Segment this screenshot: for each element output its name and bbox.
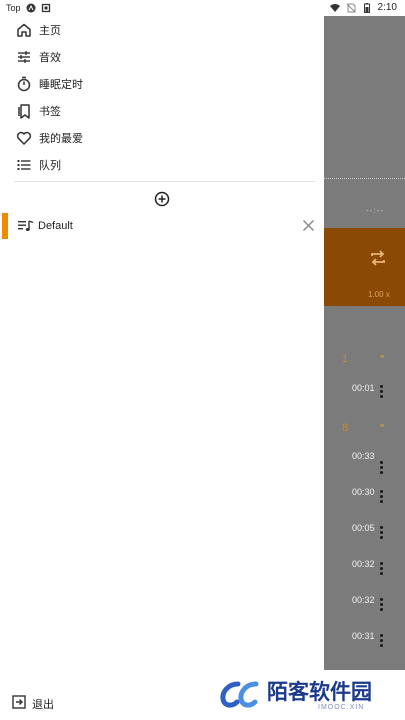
group-number: 8: [342, 422, 349, 434]
navigation-drawer: 主页 音效 睡眠定时 书签 我的最爱 队列 Default: [0, 16, 324, 720]
menu-item-queue[interactable]: 队列: [0, 152, 300, 178]
speed-label: 1.00 x: [368, 290, 390, 299]
download-notification-icon: [41, 3, 50, 13]
more-icon: [380, 562, 384, 577]
playlist-default[interactable]: Default: [38, 220, 73, 232]
more-icon: [380, 634, 384, 649]
add-playlist-icon[interactable]: [154, 191, 170, 207]
player-panel-behind-scrim: --:-- 1.00 x 1 ⌄ ⌃ 00:01 8 ⌄ ⌃ 00:33 00:30…: [324, 16, 405, 670]
wifi-icon: [329, 3, 340, 12]
bookmark-time: 00:32: [352, 559, 375, 569]
menu-item-favorites[interactable]: 我的最爱: [0, 125, 300, 151]
repeat-card: 1.00 x: [324, 228, 405, 306]
equalizer-icon: [18, 51, 30, 63]
repeat-icon: [371, 250, 385, 266]
collapse-chevron-icon: ⌄ ⌃: [378, 349, 387, 366]
bookmark-icon: [18, 104, 30, 119]
menu-item-sound-effects[interactable]: 音效: [0, 44, 300, 70]
watermark-logo-icon: [220, 681, 259, 708]
more-icon: [380, 490, 384, 505]
bookmark-time: 00:33: [352, 451, 375, 461]
menu-item-label: 音效: [39, 52, 61, 64]
status-bar: Top 2:10: [0, 0, 405, 16]
more-icon: [380, 461, 384, 476]
playlist-icon: [18, 220, 34, 231]
bookmark-time: 00:32: [352, 595, 375, 605]
close-icon[interactable]: [302, 219, 315, 232]
watermark: 陌客软件园 IMOOC.XIN: [220, 676, 405, 720]
menu-item-label: 队列: [39, 160, 61, 172]
app-notification-icon: [26, 3, 36, 13]
menu-item-sleep-timer[interactable]: 睡眠定时: [0, 71, 300, 97]
timer-icon: [17, 76, 31, 92]
divider: [14, 181, 316, 182]
battery-icon: [363, 2, 370, 13]
bookmark-time: 00:05: [352, 523, 375, 533]
menu-item-label: 我的最爱: [39, 133, 83, 145]
menu-item-label: 书签: [39, 106, 61, 118]
carrier-label: Top: [6, 3, 21, 13]
watermark-subtext: IMOOC.XIN: [318, 704, 365, 711]
heart-icon: [16, 131, 32, 145]
menu-item-label: 主页: [39, 25, 61, 37]
more-icon: [380, 385, 384, 400]
bookmark-time: 00:01: [352, 383, 375, 393]
bookmark-time: 00:31: [352, 631, 375, 641]
no-sim-icon: [346, 3, 356, 12]
queue-icon: [17, 160, 31, 170]
playlist-selected-indicator: [2, 213, 8, 239]
collapse-chevron-icon: ⌄ ⌃: [378, 418, 387, 435]
logout-icon[interactable]: [12, 695, 26, 709]
menu-item-bookmarks[interactable]: 书签: [0, 98, 300, 124]
home-icon: [17, 23, 31, 37]
menu-item-label: 睡眠定时: [39, 79, 83, 91]
more-icon: [380, 526, 384, 541]
bookmark-time: 00:30: [352, 487, 375, 497]
time-placeholder: --:--: [366, 206, 384, 215]
logout-button[interactable]: 退出: [32, 696, 54, 712]
group-number: 1: [342, 353, 349, 365]
more-icon: [380, 598, 384, 613]
clock: 2:10: [377, 2, 397, 13]
menu-item-home[interactable]: 主页: [0, 17, 300, 43]
progress-track: [324, 178, 405, 179]
watermark-text: 陌客软件园: [267, 681, 372, 704]
